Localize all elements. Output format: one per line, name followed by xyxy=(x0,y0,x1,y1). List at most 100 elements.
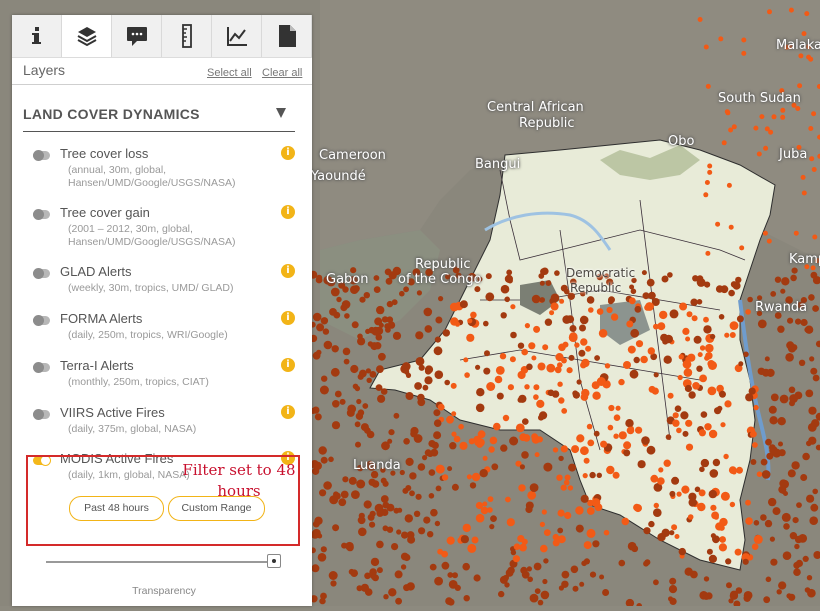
fire-dot xyxy=(423,307,433,317)
tab-comment[interactable] xyxy=(112,15,162,57)
fire-dot xyxy=(533,325,541,333)
toggle-switch[interactable] xyxy=(33,209,50,220)
info-icon[interactable]: i xyxy=(281,358,295,372)
fire-dot xyxy=(785,353,794,362)
tab-analysis[interactable] xyxy=(212,15,262,57)
fire-dot xyxy=(693,335,702,344)
fire-dot xyxy=(525,505,533,514)
fire-dot xyxy=(539,521,546,528)
tab-info[interactable] xyxy=(12,15,62,57)
fire-dot xyxy=(358,527,367,537)
fire-dot xyxy=(468,438,475,445)
fire-dot xyxy=(346,408,355,417)
transparency-slider-handle[interactable] xyxy=(267,554,281,568)
fire-dot xyxy=(738,361,744,367)
fire-dot xyxy=(579,315,589,325)
fire-dot xyxy=(703,44,709,50)
fire-dot xyxy=(665,434,672,440)
fire-dot xyxy=(745,309,751,315)
tab-document[interactable] xyxy=(262,15,312,57)
fire-dot xyxy=(646,445,656,455)
tab-layers[interactable] xyxy=(62,15,112,57)
fire-dot xyxy=(533,394,539,400)
clear-all-link[interactable]: Clear all xyxy=(262,67,302,79)
fire-dot xyxy=(495,366,505,375)
toggle-switch[interactable] xyxy=(33,362,50,373)
fire-dot xyxy=(623,449,631,457)
info-icon[interactable]: i xyxy=(281,146,295,160)
fire-dot xyxy=(393,333,400,340)
fire-dot xyxy=(764,356,770,362)
fire-dot xyxy=(537,599,544,606)
toggle-switch[interactable] xyxy=(33,315,50,326)
fire-dot xyxy=(780,107,786,113)
fire-dot xyxy=(707,169,713,175)
fire-dot xyxy=(563,479,570,486)
fire-dot xyxy=(703,325,712,334)
select-all-link[interactable]: Select all xyxy=(207,67,252,79)
fire-dot xyxy=(453,435,461,443)
toggle-switch[interactable] xyxy=(33,409,50,420)
fire-dot xyxy=(745,499,751,506)
fire-dot xyxy=(720,422,726,428)
fire-dot xyxy=(589,571,597,578)
fire-dot xyxy=(498,590,505,598)
info-icon[interactable]: i xyxy=(281,405,295,419)
map-label-roc-line1: Republic xyxy=(415,257,471,272)
fire-dot xyxy=(366,377,372,383)
fire-dot xyxy=(600,440,608,448)
fire-dot xyxy=(615,405,621,411)
fire-dot xyxy=(724,109,730,115)
fire-dot xyxy=(623,361,631,369)
toggle-switch[interactable] xyxy=(33,268,50,279)
fire-dot xyxy=(561,570,570,579)
fire-dot xyxy=(360,583,369,592)
info-icon[interactable]: i xyxy=(281,205,295,219)
fire-dot xyxy=(336,296,342,303)
fire-dot xyxy=(393,507,400,514)
fire-dot xyxy=(707,163,713,169)
fire-dot xyxy=(708,554,718,564)
fire-dot xyxy=(340,304,348,312)
fire-dot xyxy=(488,446,495,453)
fire-dot xyxy=(522,418,529,425)
transparency-slider-track[interactable] xyxy=(46,561,274,563)
fire-dot xyxy=(791,461,800,470)
fire-dot xyxy=(464,372,470,378)
fire-dot xyxy=(486,382,496,391)
tab-measure[interactable] xyxy=(162,15,212,57)
fire-dot xyxy=(643,560,649,567)
fire-dot xyxy=(355,441,361,448)
fire-dot xyxy=(493,422,501,431)
fire-dot xyxy=(769,536,776,542)
fire-dot xyxy=(382,525,389,532)
toggle-switch[interactable] xyxy=(33,150,50,161)
past-48-hours-button[interactable]: Past 48 hours xyxy=(69,496,164,521)
fire-dot xyxy=(554,270,560,276)
fire-dot xyxy=(669,490,676,497)
fire-dot xyxy=(770,291,777,297)
fire-dot xyxy=(323,481,332,490)
caret-down-icon[interactable] xyxy=(276,108,286,118)
fire-dot xyxy=(575,506,584,515)
map-label-cameroon: Cameroon xyxy=(319,148,386,163)
fire-dot xyxy=(777,325,785,333)
fire-dot xyxy=(753,520,760,526)
fire-dot xyxy=(791,267,798,274)
fire-dot xyxy=(633,356,640,364)
fire-dot xyxy=(718,314,725,320)
fire-dot xyxy=(647,347,655,355)
fire-dot xyxy=(322,328,330,335)
fire-dot xyxy=(562,315,571,324)
fire-dot xyxy=(509,436,519,446)
group-header-land-cover[interactable]: LAND COVER DYNAMICS xyxy=(23,106,295,132)
fire-dot xyxy=(451,431,457,437)
fire-dot xyxy=(685,336,691,342)
fire-dot xyxy=(409,490,415,497)
fire-dot xyxy=(521,570,530,579)
info-icon[interactable]: i xyxy=(281,311,295,325)
fire-dot xyxy=(471,536,479,544)
fire-dot xyxy=(762,230,768,236)
custom-range-button[interactable]: Custom Range xyxy=(168,496,265,521)
info-icon[interactable]: i xyxy=(281,264,295,278)
